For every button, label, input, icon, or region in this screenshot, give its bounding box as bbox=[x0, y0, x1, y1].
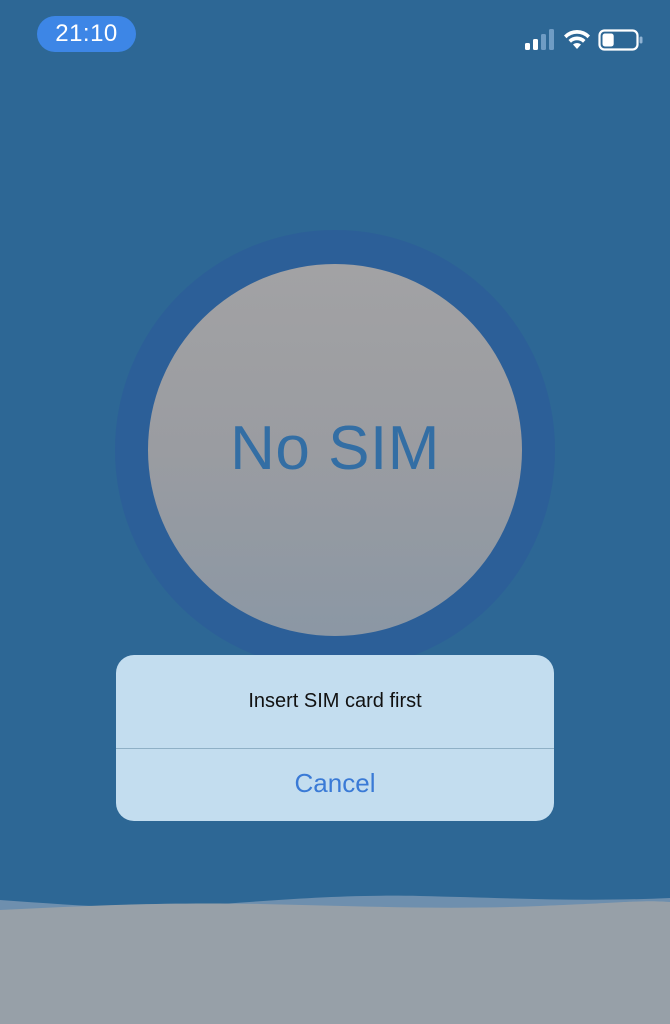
status-icons bbox=[524, 28, 644, 54]
cancel-button[interactable]: Cancel bbox=[116, 747, 554, 819]
signal-icon bbox=[525, 29, 554, 50]
alert-message: Insert SIM card first bbox=[248, 690, 422, 712]
wave-footer bbox=[0, 895, 670, 1024]
wifi-icon bbox=[564, 29, 590, 49]
sim-status-label: No SIM bbox=[230, 414, 440, 483]
alert-dialog: Insert SIM card first Cancel bbox=[116, 655, 554, 821]
status-bar: 21:10 bbox=[0, 0, 670, 70]
sim-status-circle[interactable]: No SIM bbox=[148, 264, 522, 636]
status-time: 21:10 bbox=[37, 16, 136, 52]
battery-icon bbox=[598, 29, 643, 51]
